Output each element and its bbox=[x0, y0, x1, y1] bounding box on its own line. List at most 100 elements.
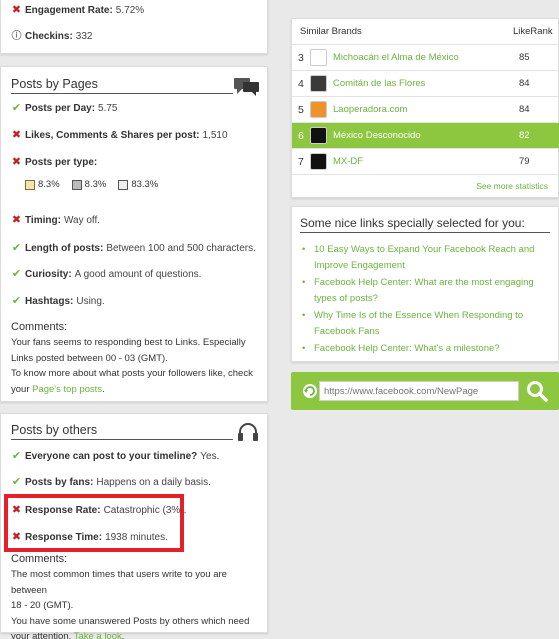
check-icon: ✔ bbox=[11, 268, 22, 280]
facebook-page-url-input[interactable] bbox=[319, 381, 519, 401]
brand-row[interactable]: 4 Comitán de las Flores 84 bbox=[292, 71, 559, 97]
comment-line: Links posted between 00 - 03 (GMT). bbox=[11, 352, 168, 364]
video-icon bbox=[71, 179, 82, 190]
post-types-row: 8.3% 8.3% 83.3% bbox=[25, 179, 158, 190]
brand-name-link[interactable]: Laoperadora.com bbox=[333, 104, 519, 115]
nice-link-item[interactable]: Facebook Help Center: What's a milestone… bbox=[302, 341, 552, 357]
cross-icon: ✖ bbox=[11, 129, 22, 141]
posts-by-others-title: Posts by others bbox=[11, 423, 233, 440]
brand-row[interactable]: 3 Michoacán el Alma de México 85 bbox=[292, 45, 559, 71]
comment-line: 18 - 20 (GMT). bbox=[11, 600, 74, 611]
brand-likerank: 82 bbox=[519, 130, 530, 141]
posts-by-fans-row: ✔ Posts by fans: Happens on a daily basi… bbox=[11, 476, 211, 489]
brand-rank-number: 4 bbox=[298, 77, 304, 90]
posts-by-pages-card: Posts by Pages ✔ Posts per Day: 5.75 ✖ L… bbox=[0, 66, 268, 402]
item-value: Between 100 and 500 characters. bbox=[106, 243, 256, 254]
brand-logo bbox=[310, 49, 327, 66]
item-label: Hashtags: bbox=[25, 296, 74, 307]
engagement-value: 5.72% bbox=[115, 5, 145, 16]
item-label: Posts per Day: bbox=[25, 103, 96, 114]
similar-brands-card: Similar Brands LikeRank 3 Michoacán el Al… bbox=[291, 18, 559, 198]
comment-suffix: . bbox=[121, 631, 125, 639]
comments-text: Your fans seems to responding best to Li… bbox=[11, 335, 263, 397]
item-label: Timing: bbox=[25, 215, 61, 226]
brands-header-label: Similar Brands bbox=[300, 26, 362, 37]
curiosity-row: ✔ Curiosity: A good amount of questions. bbox=[11, 268, 202, 281]
engagement-row: ✖ Engagement Rate: 5.72% bbox=[11, 4, 145, 17]
length-row: ✔ Length of posts: Between 100 and 500 c… bbox=[11, 242, 256, 255]
brand-name-link[interactable]: México Desconocido bbox=[333, 130, 519, 141]
cross-icon: ✖ bbox=[11, 214, 22, 226]
summary-card: ✖ Engagement Rate: 5.72% ⓘ Checkins: 332 bbox=[0, 0, 268, 54]
item-value: Using. bbox=[76, 296, 105, 307]
item-label: Curiosity: bbox=[25, 269, 72, 280]
timing-row: ✖ Timing: Way off. bbox=[11, 214, 100, 227]
brand-likerank: 85 bbox=[519, 52, 530, 63]
search-icon[interactable] bbox=[525, 379, 549, 403]
comment-line: your Page's top posts. bbox=[11, 382, 263, 398]
info-icon: ⓘ bbox=[11, 31, 22, 42]
refresh-icon bbox=[303, 384, 317, 398]
check-icon: ✔ bbox=[11, 476, 22, 488]
brand-rank-number: 3 bbox=[298, 51, 304, 64]
posts-by-pages-title: Posts by Pages bbox=[11, 77, 233, 94]
nice-links-title: Some nice links specially selected for y… bbox=[300, 216, 550, 233]
brand-likerank: 79 bbox=[519, 156, 530, 167]
brand-logo bbox=[310, 127, 327, 144]
check-icon: ✔ bbox=[11, 450, 22, 462]
cross-icon: ✖ bbox=[11, 4, 22, 16]
speech-bubbles-icon bbox=[234, 78, 259, 96]
highlight-annotation-box bbox=[4, 494, 184, 552]
brand-rank-number: 5 bbox=[298, 103, 304, 116]
brand-logo bbox=[310, 75, 327, 92]
comment-line: your attention. Take a look. bbox=[11, 629, 265, 639]
nice-link-item[interactable]: Facebook Help Center: What are the most … bbox=[302, 275, 552, 307]
item-label: Posts per type: bbox=[25, 157, 98, 168]
item-label: Everyone can post to your timeline? bbox=[25, 451, 198, 462]
nice-links-card: Some nice links specially selected for y… bbox=[291, 206, 559, 362]
comment-line: Your fans seems to responding best to Li… bbox=[11, 337, 246, 348]
comments-text: The most common times that users write t… bbox=[11, 567, 265, 639]
everyone-can-post-row: ✔ Everyone can post to your timeline? Ye… bbox=[11, 450, 220, 463]
link-icon bbox=[118, 179, 129, 190]
page-search-bar bbox=[291, 372, 559, 410]
item-value: Yes. bbox=[200, 451, 220, 462]
checkins-value: 332 bbox=[75, 31, 93, 42]
posts-per-day-row: ✔ Posts per Day: 5.75 bbox=[11, 103, 118, 115]
checkins-label: Checkins: bbox=[25, 31, 73, 42]
item-value: A good amount of questions. bbox=[74, 269, 202, 280]
take-a-look-link[interactable]: Take a look bbox=[74, 631, 122, 639]
see-more-statistics-link[interactable]: See more statistics bbox=[476, 181, 548, 191]
brand-likerank: 84 bbox=[519, 104, 530, 115]
nice-link-item[interactable]: 10 Easy Ways to Expand Your Facebook Rea… bbox=[302, 242, 552, 274]
comment-line: The most common times that users write t… bbox=[11, 569, 227, 596]
item-label: Posts by fans: bbox=[25, 477, 94, 488]
cross-icon: ✖ bbox=[11, 156, 22, 168]
nice-link-item[interactable]: Why Time Is of the Essence When Respondi… bbox=[302, 308, 552, 340]
comment-suffix: . bbox=[102, 383, 105, 395]
brand-row[interactable]: 6 México Desconocido 82 bbox=[292, 123, 559, 149]
brands-header: Similar Brands LikeRank bbox=[292, 19, 559, 45]
brand-name-link[interactable]: MX-DF bbox=[333, 156, 519, 167]
comment-prefix: your bbox=[11, 383, 33, 395]
brand-row[interactable]: 7 MX-DF 79 bbox=[292, 149, 559, 175]
top-posts-link[interactable]: Page's top posts bbox=[32, 384, 102, 395]
comment-line: You have some unanswered Posts by others… bbox=[11, 615, 250, 627]
headphones-icon bbox=[238, 423, 258, 441]
brand-name-link[interactable]: Comitán de las Flores bbox=[333, 78, 519, 89]
brand-logo bbox=[310, 153, 327, 170]
item-value: 5.75 bbox=[98, 103, 118, 114]
engagement-label: Engagement Rate: bbox=[25, 5, 113, 16]
comments-heading: Comments: bbox=[11, 553, 68, 565]
hashtags-row: ✔ Hashtags: Using. bbox=[11, 296, 105, 308]
brand-name-link[interactable]: Michoacán el Alma de México bbox=[333, 52, 519, 63]
check-icon: ✔ bbox=[11, 242, 22, 254]
item-value: 1,510 bbox=[202, 130, 228, 141]
brand-row[interactable]: 5 Laoperadora.com 84 bbox=[292, 97, 559, 123]
item-label: Length of posts: bbox=[25, 243, 104, 254]
brand-likerank: 84 bbox=[519, 78, 530, 89]
type-link-value: 83.3% bbox=[131, 179, 159, 190]
nice-links-list: 10 Easy Ways to Expand Your Facebook Rea… bbox=[302, 242, 552, 358]
brand-rank-number: 6 bbox=[298, 129, 304, 142]
type-photo-value: 8.3% bbox=[38, 179, 60, 190]
